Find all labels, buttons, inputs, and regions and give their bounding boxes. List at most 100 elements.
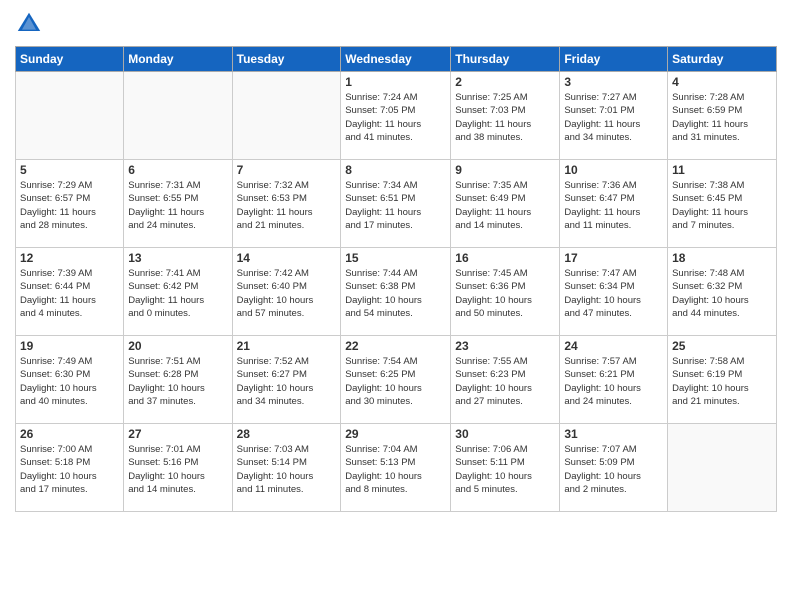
calendar-cell: 25 Sunrise: 7:58 AM Sunset: 6:19 PM Dayli… <box>668 336 777 424</box>
cell-info: Sunrise: 7:03 AM Sunset: 5:14 PM Dayligh… <box>237 443 337 496</box>
cell-day-number: 27 <box>128 427 227 441</box>
calendar-cell: 29 Sunrise: 7:04 AM Sunset: 5:13 PM Dayli… <box>341 424 451 512</box>
day-header-tuesday: Tuesday <box>232 47 341 72</box>
calendar-cell: 20 Sunrise: 7:51 AM Sunset: 6:28 PM Dayli… <box>124 336 232 424</box>
calendar-cell: 11 Sunrise: 7:38 AM Sunset: 6:45 PM Dayli… <box>668 160 777 248</box>
day-header-saturday: Saturday <box>668 47 777 72</box>
calendar-cell: 23 Sunrise: 7:55 AM Sunset: 6:23 PM Dayli… <box>451 336 560 424</box>
cell-day-number: 5 <box>20 163 119 177</box>
cell-day-number: 6 <box>128 163 227 177</box>
cell-info: Sunrise: 7:57 AM Sunset: 6:21 PM Dayligh… <box>564 355 663 408</box>
cell-info: Sunrise: 7:51 AM Sunset: 6:28 PM Dayligh… <box>128 355 227 408</box>
cell-info: Sunrise: 7:52 AM Sunset: 6:27 PM Dayligh… <box>237 355 337 408</box>
cell-day-number: 18 <box>672 251 772 265</box>
cell-info: Sunrise: 7:32 AM Sunset: 6:53 PM Dayligh… <box>237 179 337 232</box>
cell-day-number: 10 <box>564 163 663 177</box>
calendar-cell: 6 Sunrise: 7:31 AM Sunset: 6:55 PM Daylig… <box>124 160 232 248</box>
cell-info: Sunrise: 7:39 AM Sunset: 6:44 PM Dayligh… <box>20 267 119 320</box>
cell-info: Sunrise: 7:07 AM Sunset: 5:09 PM Dayligh… <box>564 443 663 496</box>
calendar-cell <box>124 72 232 160</box>
cell-info: Sunrise: 7:41 AM Sunset: 6:42 PM Dayligh… <box>128 267 227 320</box>
cell-info: Sunrise: 7:25 AM Sunset: 7:03 PM Dayligh… <box>455 91 555 144</box>
calendar-cell: 12 Sunrise: 7:39 AM Sunset: 6:44 PM Dayli… <box>16 248 124 336</box>
cell-info: Sunrise: 7:34 AM Sunset: 6:51 PM Dayligh… <box>345 179 446 232</box>
cell-info: Sunrise: 7:38 AM Sunset: 6:45 PM Dayligh… <box>672 179 772 232</box>
header-row: SundayMondayTuesdayWednesdayThursdayFrid… <box>16 47 777 72</box>
cell-day-number: 23 <box>455 339 555 353</box>
cell-info: Sunrise: 7:00 AM Sunset: 5:18 PM Dayligh… <box>20 443 119 496</box>
cell-day-number: 8 <box>345 163 446 177</box>
cell-info: Sunrise: 7:36 AM Sunset: 6:47 PM Dayligh… <box>564 179 663 232</box>
cell-day-number: 2 <box>455 75 555 89</box>
cell-day-number: 4 <box>672 75 772 89</box>
page: SundayMondayTuesdayWednesdayThursdayFrid… <box>0 0 792 527</box>
cell-day-number: 26 <box>20 427 119 441</box>
calendar-cell: 16Sunrise: 7:45 AM Sunset: 6:36 PM Dayli… <box>451 248 560 336</box>
cell-day-number: 28 <box>237 427 337 441</box>
calendar-cell: 28 Sunrise: 7:03 AM Sunset: 5:14 PM Dayli… <box>232 424 341 512</box>
calendar-cell: 9Sunrise: 7:35 AM Sunset: 6:49 PM Daylig… <box>451 160 560 248</box>
calendar-cell: 10 Sunrise: 7:36 AM Sunset: 6:47 PM Dayli… <box>560 160 668 248</box>
cell-day-number: 20 <box>128 339 227 353</box>
cell-info: Sunrise: 7:49 AM Sunset: 6:30 PM Dayligh… <box>20 355 119 408</box>
cell-info: Sunrise: 7:48 AM Sunset: 6:32 PM Dayligh… <box>672 267 772 320</box>
cell-info: Sunrise: 7:27 AM Sunset: 7:01 PM Dayligh… <box>564 91 663 144</box>
cell-info: Sunrise: 7:04 AM Sunset: 5:13 PM Dayligh… <box>345 443 446 496</box>
cell-day-number: 24 <box>564 339 663 353</box>
cell-info: Sunrise: 7:24 AM Sunset: 7:05 PM Dayligh… <box>345 91 446 144</box>
calendar-cell <box>668 424 777 512</box>
calendar-cell: 24 Sunrise: 7:57 AM Sunset: 6:21 PM Dayli… <box>560 336 668 424</box>
cell-day-number: 3 <box>564 75 663 89</box>
day-header-wednesday: Wednesday <box>341 47 451 72</box>
cell-day-number: 11 <box>672 163 772 177</box>
calendar-cell: 8 Sunrise: 7:34 AM Sunset: 6:51 PM Daylig… <box>341 160 451 248</box>
calendar-cell: 31 Sunrise: 7:07 AM Sunset: 5:09 PM Dayli… <box>560 424 668 512</box>
cell-info: Sunrise: 7:54 AM Sunset: 6:25 PM Dayligh… <box>345 355 446 408</box>
day-header-monday: Monday <box>124 47 232 72</box>
cell-day-number: 14 <box>237 251 337 265</box>
week-row-1: 1 Sunrise: 7:24 AM Sunset: 7:05 PM Daylig… <box>16 72 777 160</box>
cell-day-number: 12 <box>20 251 119 265</box>
cell-day-number: 9 <box>455 163 555 177</box>
week-row-2: 5Sunrise: 7:29 AM Sunset: 6:57 PM Daylig… <box>16 160 777 248</box>
day-header-friday: Friday <box>560 47 668 72</box>
calendar-cell <box>16 72 124 160</box>
calendar-cell: 18 Sunrise: 7:48 AM Sunset: 6:32 PM Dayli… <box>668 248 777 336</box>
cell-day-number: 29 <box>345 427 446 441</box>
cell-day-number: 17 <box>564 251 663 265</box>
calendar-cell: 3 Sunrise: 7:27 AM Sunset: 7:01 PM Daylig… <box>560 72 668 160</box>
calendar-cell: 1 Sunrise: 7:24 AM Sunset: 7:05 PM Daylig… <box>341 72 451 160</box>
cell-day-number: 31 <box>564 427 663 441</box>
cell-info: Sunrise: 7:31 AM Sunset: 6:55 PM Dayligh… <box>128 179 227 232</box>
calendar-cell: 30Sunrise: 7:06 AM Sunset: 5:11 PM Dayli… <box>451 424 560 512</box>
cell-info: Sunrise: 7:42 AM Sunset: 6:40 PM Dayligh… <box>237 267 337 320</box>
cell-info: Sunrise: 7:58 AM Sunset: 6:19 PM Dayligh… <box>672 355 772 408</box>
calendar-cell: 14 Sunrise: 7:42 AM Sunset: 6:40 PM Dayli… <box>232 248 341 336</box>
cell-day-number: 30 <box>455 427 555 441</box>
calendar-cell: 4 Sunrise: 7:28 AM Sunset: 6:59 PM Daylig… <box>668 72 777 160</box>
cell-day-number: 7 <box>237 163 337 177</box>
calendar-cell <box>232 72 341 160</box>
cell-day-number: 25 <box>672 339 772 353</box>
cell-info: Sunrise: 7:55 AM Sunset: 6:23 PM Dayligh… <box>455 355 555 408</box>
cell-day-number: 13 <box>128 251 227 265</box>
calendar: SundayMondayTuesdayWednesdayThursdayFrid… <box>15 46 777 512</box>
cell-info: Sunrise: 7:47 AM Sunset: 6:34 PM Dayligh… <box>564 267 663 320</box>
calendar-cell: 17 Sunrise: 7:47 AM Sunset: 6:34 PM Dayli… <box>560 248 668 336</box>
week-row-3: 12 Sunrise: 7:39 AM Sunset: 6:44 PM Dayli… <box>16 248 777 336</box>
cell-day-number: 22 <box>345 339 446 353</box>
cell-day-number: 19 <box>20 339 119 353</box>
cell-info: Sunrise: 7:01 AM Sunset: 5:16 PM Dayligh… <box>128 443 227 496</box>
calendar-cell: 7 Sunrise: 7:32 AM Sunset: 6:53 PM Daylig… <box>232 160 341 248</box>
cell-info: Sunrise: 7:28 AM Sunset: 6:59 PM Dayligh… <box>672 91 772 144</box>
week-row-4: 19 Sunrise: 7:49 AM Sunset: 6:30 PM Dayli… <box>16 336 777 424</box>
calendar-cell: 13 Sunrise: 7:41 AM Sunset: 6:42 PM Dayli… <box>124 248 232 336</box>
cell-day-number: 16 <box>455 251 555 265</box>
calendar-cell: 15Sunrise: 7:44 AM Sunset: 6:38 PM Dayli… <box>341 248 451 336</box>
cell-day-number: 15 <box>345 251 446 265</box>
calendar-cell: 26 Sunrise: 7:00 AM Sunset: 5:18 PM Dayli… <box>16 424 124 512</box>
week-row-5: 26 Sunrise: 7:00 AM Sunset: 5:18 PM Dayli… <box>16 424 777 512</box>
logo <box>15 10 47 38</box>
cell-day-number: 21 <box>237 339 337 353</box>
cell-day-number: 1 <box>345 75 446 89</box>
